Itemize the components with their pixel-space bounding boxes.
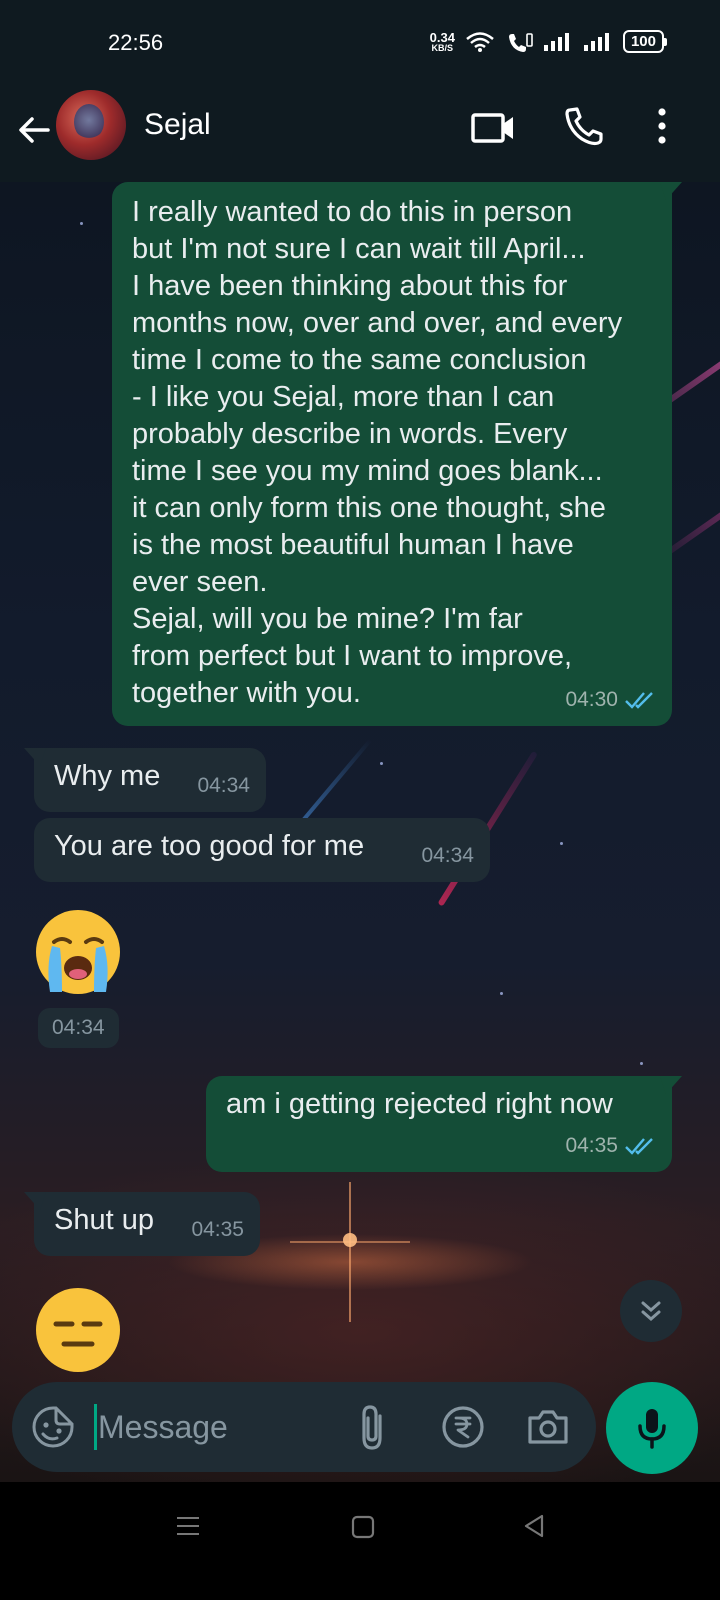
home-icon[interactable] <box>350 1514 376 1540</box>
message-composer <box>12 1382 596 1472</box>
message-meta: 04:34 <box>197 767 250 804</box>
wallpaper-streak <box>298 738 373 826</box>
message-time: 04:34 <box>38 1008 119 1048</box>
loudly-crying-face-icon <box>36 910 120 994</box>
text-cursor <box>94 1404 97 1450</box>
message-time: 04:30 <box>565 688 618 711</box>
emoji-message[interactable] <box>32 906 124 1003</box>
status-bar: 22:56 0.34 KB/S 100 <box>0 0 720 90</box>
bubble-tail <box>660 182 682 200</box>
bubble-tail <box>660 1076 682 1094</box>
message-bubble-incoming[interactable]: Why me 04:34 <box>24 748 266 812</box>
wifi-icon <box>466 31 494 52</box>
back-arrow-icon[interactable] <box>14 110 54 150</box>
status-icons: 0.34 KB/S 100 <box>430 30 668 53</box>
network-speed-value: 0.34 <box>429 29 455 45</box>
signal-icon <box>583 32 609 51</box>
phone-call-icon[interactable] <box>562 104 606 148</box>
battery-indicator: 100 <box>622 30 668 53</box>
bubble-tail <box>24 748 46 766</box>
bubble-tail <box>24 1192 46 1210</box>
wallpaper-star <box>380 762 383 765</box>
message-meta: 04:30 <box>565 681 656 718</box>
message-meta: 04:34 <box>421 837 474 874</box>
read-receipt-icon <box>625 691 653 709</box>
rupee-payment-icon[interactable] <box>440 1404 486 1450</box>
system-navigation-bar <box>0 1482 720 1600</box>
network-speed-unit: KB/S <box>431 42 454 53</box>
scroll-to-bottom-button[interactable] <box>620 1280 682 1342</box>
wallpaper-star <box>640 1062 643 1065</box>
message-bubble-incoming[interactable]: You are too good for me 04:34 <box>34 818 490 882</box>
wallpaper-star <box>500 992 503 995</box>
message-input[interactable] <box>98 1402 348 1452</box>
message-time: 04:34 <box>197 774 250 797</box>
microphone-icon <box>638 1409 666 1449</box>
recents-menu-icon[interactable] <box>174 1512 202 1540</box>
chat-messages-area[interactable]: I really wanted to do this in person but… <box>0 182 720 1482</box>
wallpaper-sunburst <box>290 1182 410 1322</box>
signal-icon <box>543 32 569 51</box>
message-bubble-outgoing[interactable]: am i getting rejected right now 04:35 <box>206 1076 682 1172</box>
message-time: 04:35 <box>191 1218 244 1241</box>
message-bubble-outgoing[interactable]: I really wanted to do this in person but… <box>112 182 682 726</box>
message-meta: 04:35 <box>565 1127 656 1164</box>
attachment-icon[interactable] <box>352 1402 392 1452</box>
camera-icon[interactable] <box>526 1406 570 1448</box>
wallpaper-star <box>80 222 83 225</box>
message-bubble-incoming[interactable]: Shut up 04:35 <box>24 1192 260 1256</box>
chat-header: Sejal <box>0 90 720 182</box>
status-time: 22:56 <box>108 30 164 55</box>
expressionless-face-icon <box>36 1288 120 1372</box>
message-text: You are too good for me <box>54 830 365 862</box>
read-receipt-icon <box>625 1137 653 1155</box>
contact-avatar[interactable] <box>56 90 126 160</box>
contact-name[interactable]: Sejal <box>144 108 211 142</box>
message-time: 04:34 <box>421 844 474 867</box>
more-options-icon[interactable] <box>650 104 674 148</box>
voice-message-button[interactable] <box>606 1382 698 1474</box>
message-text: I really wanted to do this in person but… <box>132 196 623 709</box>
message-text: am i getting rejected right now <box>226 1088 613 1120</box>
wallpaper-star <box>560 842 563 845</box>
volte-call-icon <box>508 32 533 52</box>
message-time: 04:35 <box>565 1134 618 1157</box>
double-chevron-down-icon <box>641 1301 661 1321</box>
video-call-icon[interactable] <box>470 108 516 148</box>
back-triangle-icon[interactable] <box>520 1512 548 1540</box>
sticker-emoji-icon[interactable] <box>30 1404 76 1450</box>
network-speed: 0.34 KB/S <box>430 31 455 53</box>
emoji-message[interactable] <box>34 1286 122 1379</box>
message-meta: 04:35 <box>191 1211 244 1248</box>
